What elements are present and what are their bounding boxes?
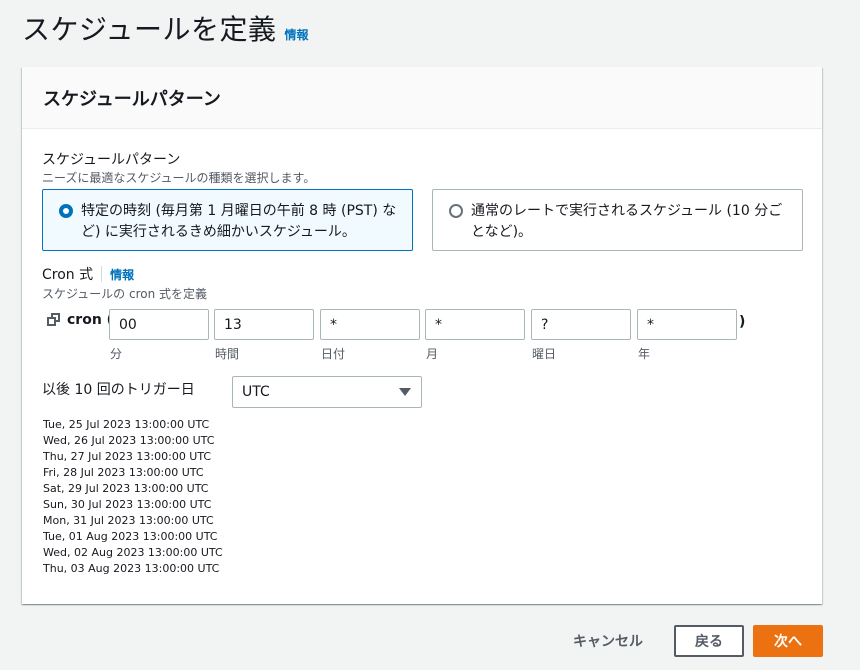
trigger-date: Sat, 29 Jul 2023 13:00:00 UTC	[43, 482, 209, 495]
page-header: スケジュールを定義 情報	[22, 8, 309, 48]
cron-label-row: Cron 式 情報	[42, 264, 134, 284]
trigger-date: Wed, 26 Jul 2023 13:00:00 UTC	[43, 434, 215, 447]
timezone-select[interactable]: UTC	[232, 376, 422, 408]
timezone-value: UTC	[242, 384, 270, 400]
trigger-dates-label: 以後 10 回のトリガー日	[42, 382, 195, 398]
panel-header: スケジュールパターン	[22, 67, 822, 129]
panel-title: スケジュールパターン	[43, 88, 221, 110]
cron-year-caption: 年	[638, 347, 651, 361]
schedule-pattern-panel: スケジュールパターン スケジュールパターン ニーズに最適なスケジュールの種類を選…	[22, 67, 822, 604]
trigger-date: Fri, 28 Jul 2023 13:00:00 UTC	[43, 466, 204, 479]
trigger-date: Wed, 02 Aug 2023 13:00:00 UTC	[43, 546, 223, 559]
cancel-button[interactable]: キャンセル	[573, 631, 643, 651]
cron-day-of-week-caption: 曜日	[532, 347, 557, 361]
trigger-date: Mon, 31 Jul 2023 13:00:00 UTC	[43, 514, 214, 527]
cron-day-of-week-input[interactable]	[531, 309, 631, 340]
header-info-link[interactable]: 情報	[285, 26, 309, 43]
cron-suffix: )	[739, 314, 746, 330]
cron-year-input[interactable]	[637, 309, 737, 340]
cron-hours-caption: 時間	[215, 347, 240, 361]
radio-rate-based[interactable]	[449, 204, 463, 218]
cron-minutes-input[interactable]	[109, 309, 209, 340]
cron-minutes-caption: 分	[110, 347, 123, 361]
page-title: スケジュールを定義	[22, 13, 277, 46]
option-cron-based-label: 特定の時刻 (毎月第 1 月曜日の午前 8 時 (PST) など) に実行される…	[81, 203, 397, 240]
cron-prefix-text: cron (	[67, 312, 114, 328]
cron-hours-input[interactable]	[214, 309, 314, 340]
option-rate-based-label: 通常のレートで実行されるスケジュール (10 分ごとなど)。	[471, 203, 783, 240]
label-divider	[101, 266, 103, 282]
trigger-date: Thu, 03 Aug 2023 13:00:00 UTC	[43, 562, 220, 575]
cron-month-caption: 月	[426, 347, 439, 361]
trigger-date: Thu, 27 Jul 2023 13:00:00 UTC	[43, 450, 212, 463]
cron-day-of-month-caption: 日付	[321, 347, 346, 361]
trigger-date: Sun, 30 Jul 2023 13:00:00 UTC	[43, 498, 212, 511]
option-rate-based[interactable]: 通常のレートで実行されるスケジュール (10 分ごとなど)。	[432, 189, 803, 251]
trigger-date: Tue, 25 Jul 2023 13:00:00 UTC	[43, 418, 210, 431]
cron-month-input[interactable]	[425, 309, 525, 340]
cron-prefix: cron (	[47, 312, 113, 328]
cron-day-of-month-input[interactable]	[320, 309, 420, 340]
pattern-description: ニーズに最適なスケジュールの種類を選択します。	[42, 171, 316, 185]
pattern-label: スケジュールパターン	[42, 152, 181, 168]
radio-cron-based[interactable]	[59, 204, 73, 218]
back-button[interactable]: 戻る	[674, 625, 744, 657]
trigger-dates-list: Tue, 25 Jul 2023 13:00:00 UTC Wed, 26 Ju…	[43, 417, 223, 577]
trigger-date: Tue, 01 Aug 2023 13:00:00 UTC	[43, 530, 218, 543]
caret-down-icon	[399, 388, 411, 396]
cron-label: Cron 式	[42, 267, 94, 283]
copy-icon[interactable]	[47, 313, 61, 327]
cron-description: スケジュールの cron 式を定義	[42, 287, 208, 301]
next-button[interactable]: 次へ	[753, 625, 823, 657]
cron-info-link[interactable]: 情報	[110, 266, 134, 283]
option-cron-based[interactable]: 特定の時刻 (毎月第 1 月曜日の午前 8 時 (PST) など) に実行される…	[42, 189, 413, 251]
